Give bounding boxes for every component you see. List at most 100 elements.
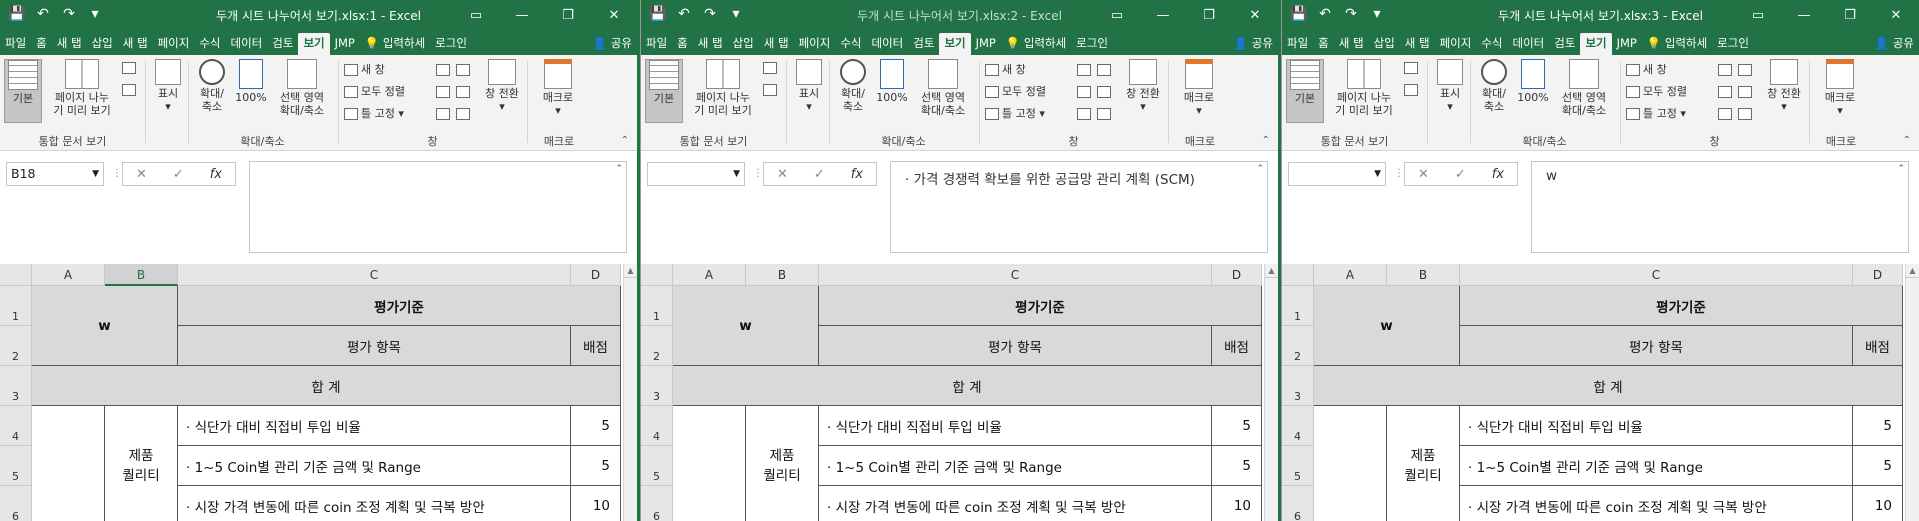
cell-total[interactable]: 합 계: [1314, 366, 1903, 406]
scroll-up-icon[interactable]: ▲: [1265, 264, 1278, 278]
hide-button[interactable]: [1718, 83, 1735, 101]
select-all-corner[interactable]: [0, 264, 32, 286]
tab-0[interactable]: 파일: [641, 33, 672, 55]
switch-windows-button[interactable]: 창 전환 ▾: [480, 59, 524, 113]
cell-item[interactable]: · 1~5 Coin별 관리 기준 금액 및 Range: [1460, 446, 1853, 486]
cell-category[interactable]: 제품 퀄리티: [1387, 406, 1460, 521]
macros-button[interactable]: 매크로 ▾: [1176, 59, 1222, 117]
cell-a-blank[interactable]: [1314, 406, 1387, 521]
tab-9[interactable]: 보기: [939, 33, 971, 55]
row-header-2[interactable]: 2: [1282, 326, 1314, 366]
arrange-all-button[interactable]: 모두 정렬: [344, 83, 405, 101]
ribbon-display-icon[interactable]: ▭: [1094, 0, 1140, 31]
cell-score[interactable]: 5: [1853, 446, 1903, 486]
cell-w[interactable]: w: [673, 286, 819, 366]
share-button[interactable]: 👤 공유: [1229, 33, 1278, 55]
macros-button[interactable]: 매크로 ▾: [535, 59, 581, 117]
collapse-formula-icon[interactable]: ⌃: [1897, 164, 1905, 174]
unhide-button[interactable]: [1718, 105, 1735, 123]
cell-score-header[interactable]: 배점: [571, 326, 621, 366]
synchronous-scroll-button[interactable]: [1738, 83, 1755, 101]
login-button[interactable]: 로그인: [1071, 33, 1113, 55]
cancel-icon[interactable]: ✕: [1418, 167, 1429, 182]
cell-score-header[interactable]: 배점: [1212, 326, 1262, 366]
page-break-preview-button[interactable]: 페이지 나누 기 미리 보기: [687, 59, 759, 117]
vertical-scrollbar[interactable]: ▲: [1264, 264, 1278, 521]
column-header-a[interactable]: A: [1314, 264, 1387, 286]
tab-3[interactable]: 삽입: [728, 33, 759, 55]
tab-5[interactable]: 페이지: [1435, 33, 1477, 55]
zoom-button[interactable]: 확대/ 축소: [833, 59, 873, 113]
name-box[interactable]: ▼: [1288, 162, 1386, 186]
custom-views-button[interactable]: [1404, 81, 1421, 99]
share-button[interactable]: 👤 공유: [588, 33, 637, 55]
tab-10[interactable]: JMP: [1612, 33, 1642, 55]
cancel-icon[interactable]: ✕: [777, 167, 788, 182]
macros-button[interactable]: 매크로 ▾: [1817, 59, 1863, 117]
cell-criteria[interactable]: 평가기준: [1460, 286, 1903, 326]
row-header-4[interactable]: 4: [641, 406, 673, 446]
tab-4[interactable]: 새 탭: [1400, 33, 1435, 55]
hide-button[interactable]: [436, 83, 453, 101]
normal-view-button[interactable]: 기본: [4, 59, 42, 123]
freeze-panes-button[interactable]: 틀 고정 ▾: [985, 105, 1045, 123]
tab-8[interactable]: 검토: [267, 33, 298, 55]
view-side-by-side-button[interactable]: [456, 61, 473, 79]
tab-8[interactable]: 검토: [908, 33, 939, 55]
tab-3[interactable]: 삽입: [87, 33, 118, 55]
tab-2[interactable]: 새 탭: [52, 33, 87, 55]
enter-icon[interactable]: ✓: [173, 167, 184, 182]
freeze-panes-button[interactable]: 틀 고정 ▾: [344, 105, 404, 123]
page-layout-button[interactable]: [122, 59, 139, 77]
split-button[interactable]: [1077, 61, 1094, 79]
ribbon-display-icon[interactable]: ▭: [453, 0, 499, 31]
tab-3[interactable]: 삽입: [1369, 33, 1400, 55]
cell-w[interactable]: w: [32, 286, 178, 366]
cell-score[interactable]: 5: [1853, 406, 1903, 446]
page-break-preview-button[interactable]: 페이지 나누 기 미리 보기: [46, 59, 118, 117]
formula-input[interactable]: ⌃: [249, 161, 627, 253]
login-button[interactable]: 로그인: [1712, 33, 1754, 55]
row-header-6[interactable]: 6: [0, 486, 32, 521]
cell-a-blank[interactable]: [673, 406, 746, 521]
reset-window-position-button[interactable]: [1097, 105, 1114, 123]
column-header-c[interactable]: C: [178, 264, 571, 286]
tab-8[interactable]: 검토: [1549, 33, 1580, 55]
row-header-1[interactable]: 1: [0, 286, 32, 326]
cell-category[interactable]: 제품 퀄리티: [746, 406, 819, 521]
row-header-3[interactable]: 3: [641, 366, 673, 406]
new-window-button[interactable]: 새 창: [985, 61, 1026, 79]
column-header-b[interactable]: B: [746, 264, 819, 286]
page-layout-button[interactable]: [1404, 59, 1421, 77]
cell-score[interactable]: 10: [1212, 486, 1262, 521]
collapse-formula-icon[interactable]: ⌃: [1256, 164, 1264, 174]
formula-input[interactable]: · 가격 경쟁력 확보를 위한 공급망 관리 계획 (SCM) ⌃: [890, 161, 1268, 253]
new-window-button[interactable]: 새 창: [1626, 61, 1667, 79]
view-side-by-side-button[interactable]: [1738, 61, 1755, 79]
split-button[interactable]: [1718, 61, 1735, 79]
close-button[interactable]: ✕: [591, 0, 637, 31]
cell-score[interactable]: 10: [1853, 486, 1903, 521]
cell-total[interactable]: 합 계: [32, 366, 621, 406]
unhide-button[interactable]: [436, 105, 453, 123]
tab-6[interactable]: 수식: [194, 33, 225, 55]
tab-6[interactable]: 수식: [1476, 33, 1507, 55]
cell-item[interactable]: · 시장 가격 변동에 따른 coin 조정 계획 및 극복 방안: [1460, 486, 1853, 521]
row-header-3[interactable]: 3: [0, 366, 32, 406]
tab-4[interactable]: 새 탭: [118, 33, 153, 55]
zoom-to-selection-button[interactable]: 선택 영역 확대/축소: [913, 59, 973, 117]
tell-me-box[interactable]: 💡 입력하세: [1642, 33, 1712, 55]
tab-4[interactable]: 새 탭: [759, 33, 794, 55]
column-header-a[interactable]: A: [673, 264, 746, 286]
cell-criteria[interactable]: 평가기준: [178, 286, 621, 326]
cell-item[interactable]: · 식단가 대비 직접비 투입 비율: [178, 406, 571, 446]
close-button[interactable]: ✕: [1873, 0, 1919, 31]
scroll-up-icon[interactable]: ▲: [1906, 264, 1919, 278]
tab-10[interactable]: JMP: [330, 33, 360, 55]
new-window-button[interactable]: 새 창: [344, 61, 385, 79]
normal-view-button[interactable]: 기본: [1286, 59, 1324, 123]
insert-function-icon[interactable]: fx: [210, 167, 222, 182]
synchronous-scroll-button[interactable]: [456, 83, 473, 101]
collapse-ribbon-icon[interactable]: ⌃: [621, 135, 629, 146]
column-header-b[interactable]: B: [105, 264, 178, 286]
